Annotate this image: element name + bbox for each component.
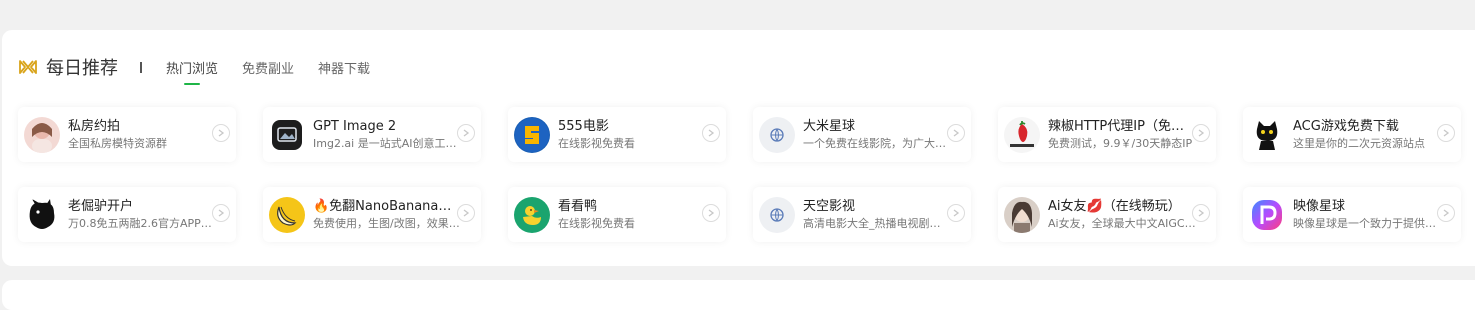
item-desc: 万0.8免五两融2.6官方APP开户	[68, 216, 216, 230]
arrow-right-icon[interactable]	[1437, 204, 1455, 222]
next-section-panel	[2, 280, 1475, 310]
portrait-avatar	[24, 116, 60, 153]
list-item[interactable]: 看看鸭在线影视免费看	[508, 187, 726, 242]
banana-icon	[269, 196, 305, 233]
donkey-logo-icon	[24, 196, 60, 233]
tab-tool-download[interactable]: 神器下载	[318, 58, 370, 77]
tab-hot-browse[interactable]: 热门浏览	[166, 58, 218, 77]
item-name: Ai女友💋（在线畅玩）	[1048, 198, 1181, 214]
item-name: 老倔驴开户	[68, 198, 134, 214]
duck-icon	[514, 196, 550, 233]
item-desc: 在线影视免费看	[558, 136, 635, 150]
p-logo-icon	[1249, 196, 1285, 233]
item-name: 🔥免翻NanoBanana中文版	[313, 198, 461, 214]
list-item[interactable]: 大米星球一个免费在线影院，为广大影迷	[753, 107, 971, 162]
arrow-right-icon[interactable]	[1192, 124, 1210, 142]
list-item[interactable]: 私房约拍全国私房模特资源群	[18, 107, 236, 162]
crown-logo-icon	[18, 57, 38, 77]
list-item[interactable]: GPT Image 2 Img2.ai 是一站式AI创意工作台	[263, 107, 481, 162]
item-desc: 高清电影大全_热播电视剧免费看	[803, 216, 951, 230]
item-name: 辣椒HTTP代理IP（免费试用）	[1048, 118, 1196, 134]
item-name: ACG游戏免费下载	[1293, 118, 1399, 134]
item-name: 天空影视	[803, 198, 856, 214]
list-item[interactable]: 🔥免翻NanoBanana中文版 免费使用，生图/改图，效果惊艳	[263, 187, 481, 242]
image-app-icon	[272, 119, 302, 150]
black-cat-icon	[1249, 116, 1285, 153]
arrow-right-icon[interactable]	[457, 204, 475, 222]
item-desc: Ai女友，全球最大中文AIGC平台	[1048, 216, 1196, 230]
item-name: 大米星球	[803, 118, 856, 134]
arrow-right-icon[interactable]	[457, 124, 475, 142]
list-item[interactable]: ACG游戏免费下载这里是你的二次元资源站点	[1243, 107, 1461, 162]
list-item[interactable]: 映像星球映像星球是一个致力于提供影视	[1243, 187, 1461, 242]
item-desc: Img2.ai 是一站式AI创意工作台	[313, 136, 461, 150]
list-item[interactable]: Ai女友💋（在线畅玩） Ai女友，全球最大中文AIGC平台	[998, 187, 1216, 242]
globe-icon	[759, 196, 795, 233]
item-name: 私房约拍	[68, 118, 121, 134]
item-name: 555电影	[558, 118, 609, 134]
divider	[140, 61, 142, 73]
section-title: 每日推荐	[46, 58, 118, 79]
item-desc: 一个免费在线影院，为广大影迷	[803, 136, 951, 150]
item-desc: 免费使用，生图/改图，效果惊艳	[313, 216, 461, 230]
chili-logo-icon	[1004, 116, 1040, 153]
arrow-right-icon[interactable]	[947, 204, 965, 222]
girl-avatar	[1004, 196, 1040, 233]
arrow-right-icon[interactable]	[212, 124, 230, 142]
arrow-right-icon[interactable]	[702, 204, 720, 222]
list-item[interactable]: 辣椒HTTP代理IP（免费试用） 免费测试，9.9￥/30天静态IP	[998, 107, 1216, 162]
item-desc: 全国私房模特资源群	[68, 136, 167, 150]
list-item[interactable]: 老倔驴开户万0.8免五两融2.6官方APP开户	[18, 187, 236, 242]
daily-recommend-panel: 每日推荐 热门浏览 免费副业 神器下载 私房约拍全国私房模特资源群 GPT Im…	[2, 30, 1475, 266]
item-desc: 在线影视免费看	[558, 216, 635, 230]
item-desc: 免费测试，9.9￥/30天静态IP	[1048, 136, 1193, 150]
arrow-right-icon[interactable]	[1437, 124, 1455, 142]
arrow-right-icon[interactable]	[1192, 204, 1210, 222]
list-item[interactable]: 天空影视高清电影大全_热播电视剧免费看	[753, 187, 971, 242]
item-name: GPT Image 2	[313, 118, 397, 134]
item-desc: 映像星球是一个致力于提供影视	[1293, 216, 1441, 230]
555-logo-icon	[514, 116, 550, 153]
item-desc: 这里是你的二次元资源站点	[1293, 136, 1425, 150]
item-name: 映像星球	[1293, 198, 1346, 214]
tab-free-side-job[interactable]: 免费副业	[242, 58, 294, 77]
arrow-right-icon[interactable]	[947, 124, 965, 142]
globe-icon	[759, 116, 795, 153]
arrow-right-icon[interactable]	[212, 204, 230, 222]
list-item[interactable]: 555电影在线影视免费看	[508, 107, 726, 162]
arrow-right-icon[interactable]	[702, 124, 720, 142]
item-name: 看看鸭	[558, 198, 598, 214]
section-header: 每日推荐 热门浏览 免费副业 神器下载	[18, 52, 394, 82]
